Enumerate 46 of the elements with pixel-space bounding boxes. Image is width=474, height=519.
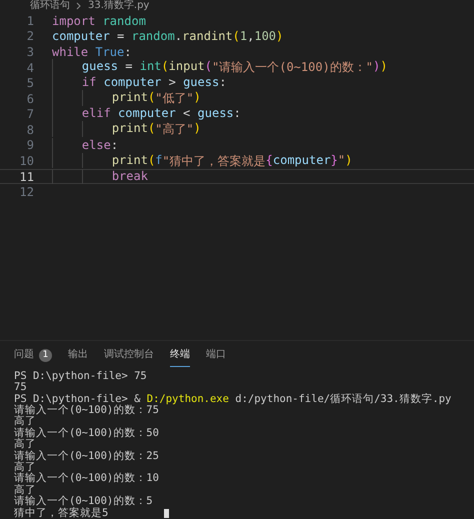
code-line: guess = int(input("请输入一个(0~100)的数：")) [52, 59, 388, 76]
line-number: 2 [26, 29, 35, 44]
count-badge: 1 [39, 348, 52, 362]
line-number: 11 [18, 170, 35, 184]
code-line: print(f"猜中了，答案就是{computer}") [52, 152, 352, 170]
breadcrumb-item[interactable]: 33.猜数字.py [88, 0, 150, 12]
line-number: 8 [26, 122, 35, 137]
terminal-line: 高了 [14, 462, 36, 474]
line-number: 4 [26, 60, 35, 74]
line-number: 10 [18, 154, 35, 168]
chevron-icon [76, 2, 82, 10]
terminal-line: 75 [14, 382, 27, 394]
code-line: if computer > guess: [52, 75, 226, 91]
terminal-line: 高了 [14, 439, 36, 450]
panel-tab[interactable]: 调试控制台 [104, 348, 154, 367]
code-line: else: [52, 138, 118, 154]
terminal-cursor [164, 508, 170, 518]
terminal-line: 高了 [14, 484, 36, 496]
terminal-line: PS D:\python-file> 75 [14, 370, 147, 382]
line-number: 1 [26, 14, 35, 28]
code-line: computer = random.randint(1,100) [52, 29, 284, 44]
line-number: 3 [26, 44, 35, 59]
panel-tab[interactable]: 端口 [206, 348, 226, 367]
code-line: while True: [52, 44, 132, 59]
terminal-line: 猜中了，答案就是5 [14, 508, 108, 519]
code-line: break [52, 168, 148, 184]
terminal-line: 请输入一个(0~100)的数：5 [14, 496, 153, 508]
panel-tab[interactable]: 终端 [170, 348, 190, 367]
line-number: 5 [26, 76, 35, 90]
code-line: print("低了") [52, 90, 201, 108]
code-line: import random [52, 14, 146, 28]
breadcrumb-item[interactable]: 循环语句 [30, 0, 70, 12]
terminal-line: PS D:\python-file> & D:/python.exe d:/python-file/循环语句/33.猜数字.py [14, 394, 452, 405]
terminal-line: 请输入一个(0~100)的数：10 [14, 473, 159, 484]
terminal-line: 高了 [14, 416, 36, 428]
line-number: 6 [26, 92, 35, 106]
panel-tab[interactable]: 问题 1 [14, 348, 52, 367]
code-line: print("高了") [52, 121, 201, 138]
line-number: 12 [18, 185, 35, 200]
terminal-line: 请输入一个(0~100)的数：50 [14, 428, 159, 439]
line-number: 9 [26, 138, 35, 152]
panel-tab[interactable]: 输出 [68, 348, 88, 367]
line-number: 7 [26, 107, 35, 122]
code-line: elif computer < guess: [52, 106, 241, 122]
terminal-line: 请输入一个(0~100)的数：25 [14, 450, 159, 462]
terminal-line: 请输入一个(0~100)的数：75 [14, 405, 159, 416]
